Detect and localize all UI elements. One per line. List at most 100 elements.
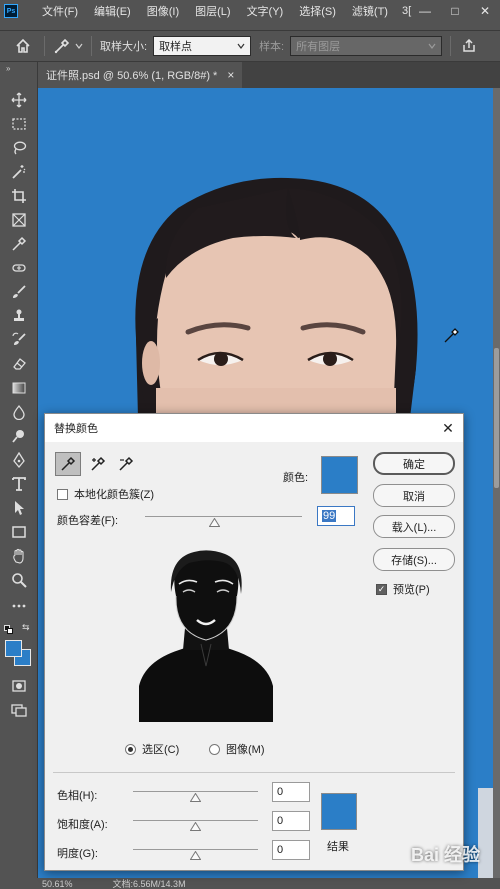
lightness-input[interactable]: 0	[272, 840, 310, 860]
load-button[interactable]: 载入(L)...	[373, 515, 455, 538]
hand-tool-icon[interactable]	[8, 546, 30, 566]
chevron-down-icon	[428, 43, 436, 49]
chevron-down-icon	[237, 43, 245, 49]
cancel-button[interactable]: 取消	[373, 484, 455, 507]
history-brush-tool-icon[interactable]	[8, 330, 30, 350]
sample-select[interactable]: 所有图层	[290, 36, 443, 56]
tools-panel: » ⇆	[0, 62, 38, 882]
sample-value: 所有图层	[296, 41, 341, 53]
marquee-tool-icon[interactable]	[8, 114, 30, 134]
lasso-tool-icon[interactable]	[8, 138, 30, 158]
preview-label: 预览(P)	[393, 584, 430, 596]
view-selection-option[interactable]: 选区(C)	[125, 741, 179, 757]
type-tool-icon[interactable]	[8, 474, 30, 494]
zoom-tool-icon[interactable]	[8, 570, 30, 590]
blur-tool-icon[interactable]	[8, 402, 30, 422]
home-button[interactable]	[10, 33, 36, 59]
hue-slider-thumb[interactable]	[190, 793, 201, 802]
share-icon	[463, 39, 475, 52]
lightness-value: 0	[277, 844, 284, 856]
menu-filter[interactable]: 滤镜(T)	[352, 3, 388, 19]
document-title: 证件照.psd @ 50.6% (1, RGB/8#) *	[46, 70, 218, 82]
eyedropper-tool-icon[interactable]	[8, 234, 30, 254]
screen-mode-icon[interactable]	[8, 700, 30, 720]
dodge-tool-icon[interactable]	[8, 426, 30, 446]
saturation-input[interactable]: 0	[272, 811, 310, 831]
image-radio[interactable]	[209, 743, 220, 755]
default-colors-icon[interactable]	[4, 625, 14, 635]
lightness-slider-thumb[interactable]	[190, 851, 201, 860]
zoom-level[interactable]: 50.61%	[42, 879, 73, 889]
sample-size-select[interactable]: 取样点	[153, 36, 252, 56]
fuzziness-slider-track[interactable]	[145, 516, 302, 517]
gradient-tool-icon[interactable]	[8, 378, 30, 398]
maximize-button[interactable]: □	[440, 0, 470, 22]
subtract-from-sample-button[interactable]	[113, 452, 139, 476]
frame-tool-icon[interactable]	[8, 210, 30, 230]
selection-preview	[139, 536, 273, 722]
menu-edit[interactable]: 编辑(E)	[94, 3, 131, 19]
crop-tool-icon[interactable]	[8, 186, 30, 206]
vertical-scrollbar[interactable]	[493, 88, 500, 878]
color-label: 颜色:	[283, 472, 309, 484]
quick-mask-icon[interactable]	[8, 676, 30, 696]
fuzziness-slider-thumb[interactable]	[208, 518, 220, 527]
add-to-sample-button[interactable]	[85, 452, 111, 476]
home-icon	[16, 38, 30, 53]
saturation-slider-track[interactable]	[133, 820, 258, 821]
scrollbar-thumb[interactable]	[494, 348, 499, 488]
color-swatch[interactable]	[321, 456, 358, 494]
menu-select[interactable]: 选择(S)	[299, 3, 336, 19]
share-button[interactable]	[459, 36, 479, 56]
close-window-button[interactable]: ✕	[470, 0, 500, 22]
menu-file[interactable]: 文件(F)	[42, 3, 78, 19]
view-image-option[interactable]: 图像(M)	[209, 741, 265, 757]
localized-clusters-checkbox[interactable]	[57, 488, 68, 500]
minimize-button[interactable]: —	[410, 0, 440, 22]
selection-radio[interactable]	[125, 743, 136, 755]
dialog-divider	[53, 772, 455, 773]
magic-wand-tool-icon[interactable]	[8, 162, 30, 182]
eyedropper-minus-icon	[119, 456, 134, 471]
eyedropper-button[interactable]	[55, 452, 81, 476]
document-size-info: 文档:6.56M/14.3M	[112, 879, 186, 889]
move-tool-icon[interactable]	[8, 90, 30, 110]
rectangle-tool-icon[interactable]	[8, 522, 30, 542]
sample-label: 样本:	[259, 41, 285, 53]
menu-layer[interactable]: 图层(L)	[195, 3, 230, 19]
pen-tool-icon[interactable]	[8, 450, 30, 470]
sample-size-value: 取样点	[159, 41, 193, 53]
lightness-slider-track[interactable]	[133, 849, 258, 850]
saturation-slider-thumb[interactable]	[190, 822, 201, 831]
tool-preset-picker[interactable]	[53, 37, 83, 55]
hue-slider-track[interactable]	[133, 791, 258, 792]
image-radio-label: 图像(M)	[226, 744, 265, 756]
panel-collapse-icon[interactable]: »	[6, 64, 10, 73]
save-button[interactable]: 存储(S)...	[373, 548, 455, 571]
preview-row[interactable]: ✓ 预览(P)	[376, 581, 430, 597]
fuzziness-value: 99	[322, 510, 337, 522]
foreground-color-swatch[interactable]	[5, 640, 22, 657]
options-bar: 取样大小: 取样点 样本: 所有图层	[0, 30, 500, 62]
menu-image[interactable]: 图像(I)	[147, 3, 179, 19]
selection-radio-label: 选区(C)	[142, 744, 180, 756]
preview-checkbox[interactable]: ✓	[376, 583, 387, 595]
hue-input[interactable]: 0	[272, 782, 310, 802]
ok-button[interactable]: 确定	[373, 452, 455, 475]
path-selection-tool-icon[interactable]	[8, 498, 30, 518]
eraser-tool-icon[interactable]	[8, 354, 30, 374]
hue-value: 0	[277, 786, 284, 798]
brush-tool-icon[interactable]	[8, 282, 30, 302]
healing-brush-tool-icon[interactable]	[8, 258, 30, 278]
menu-type[interactable]: 文字(Y)	[247, 3, 284, 19]
dialog-close-button[interactable]: ✕	[439, 419, 457, 437]
localized-clusters-row[interactable]: 本地化颜色簇(Z)	[57, 486, 154, 502]
clone-stamp-tool-icon[interactable]	[8, 306, 30, 326]
result-swatch[interactable]	[321, 793, 357, 830]
document-tab[interactable]: 证件照.psd @ 50.6% (1, RGB/8#) * ×	[38, 62, 243, 88]
fuzziness-input[interactable]: 99	[317, 506, 355, 526]
lightness-label: 明度(G):	[57, 848, 98, 860]
more-tools-icon[interactable]	[8, 596, 30, 616]
close-tab-icon[interactable]: ×	[227, 68, 234, 82]
swap-colors-icon[interactable]: ⇆	[22, 622, 30, 633]
